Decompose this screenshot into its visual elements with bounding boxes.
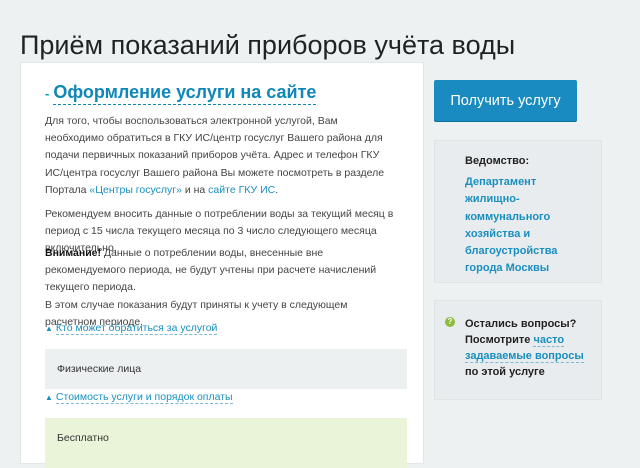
- toggle-who-can-apply[interactable]: ▲ Кто может обратиться за услугой: [45, 322, 218, 335]
- agency-card: Ведомство: Департамент жилищно-коммуналь…: [434, 140, 602, 283]
- toggle-who-can-apply-label[interactable]: Кто может обратиться за услугой: [55, 322, 218, 335]
- get-service-button[interactable]: Получить услугу: [434, 80, 577, 121]
- toggle-cost-label[interactable]: Стоимость услуги и порядок оплаты: [55, 391, 233, 404]
- main-content: - Оформление услуги на сайте Для того, ч…: [20, 62, 424, 468]
- intro-text-end: .: [275, 183, 279, 196]
- price-box: Бесплатно: [45, 418, 407, 468]
- questions-card: ? Остались вопросы? Посмотрите часто зад…: [434, 300, 602, 400]
- questions-text: Остались вопросы? Посмотрите часто задав…: [465, 316, 595, 380]
- questions-prefix: Посмотрите: [465, 334, 534, 346]
- questions-suffix: по этой услуге: [465, 366, 545, 378]
- questions-title: Остались вопросы?: [465, 318, 577, 330]
- caret-up-icon: ▲: [45, 324, 53, 333]
- agency-link[interactable]: Департамент жилищно-коммунального хозяйс…: [465, 174, 575, 278]
- applicants-value: Физические лица: [57, 363, 142, 375]
- warning-label: Внимание!: [45, 247, 101, 259]
- intro-paragraph: Для того, чтобы воспользоваться электрон…: [45, 113, 395, 199]
- applicants-box: Физические лица: [45, 349, 407, 389]
- agency-label: Ведомство:: [465, 155, 530, 167]
- collapse-icon: -: [45, 86, 50, 101]
- price-value: Бесплатно: [57, 432, 109, 444]
- warning-paragraph: Внимание! Данные о потреблении воды, вне…: [45, 245, 395, 331]
- question-circle-icon: ?: [445, 317, 455, 327]
- page-title: Приём показаний приборов учёта воды: [20, 30, 516, 61]
- section-header[interactable]: - Оформление услуги на сайте: [45, 82, 317, 105]
- intro-text-and: и на: [181, 183, 209, 196]
- gku-site-link[interactable]: сайте ГКУ ИС: [208, 184, 275, 196]
- section-title[interactable]: Оформление услуги на сайте: [53, 82, 317, 105]
- toggle-cost[interactable]: ▲ Стоимость услуги и порядок оплаты: [45, 391, 233, 404]
- caret-up-icon: ▲: [45, 393, 53, 402]
- gov-centers-link[interactable]: «Центры госуслуг»: [89, 184, 181, 196]
